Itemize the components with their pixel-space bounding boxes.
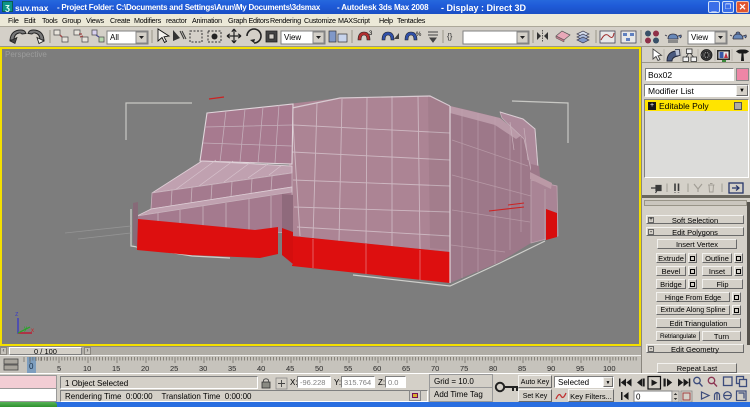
svg-text:{}: {}	[447, 32, 453, 41]
svg-text:y: y	[24, 326, 27, 332]
svg-text:View: View	[284, 33, 301, 42]
svg-text:60: 60	[373, 364, 381, 373]
svg-text:3: 3	[369, 31, 373, 37]
svg-text:x: x	[31, 328, 34, 334]
svg-text:100: 100	[603, 364, 616, 373]
svg-text:75: 75	[460, 364, 468, 373]
svg-text:40: 40	[257, 364, 265, 373]
svg-text:30: 30	[199, 364, 207, 373]
svg-text:All: All	[110, 33, 119, 42]
svg-text:15: 15	[112, 364, 120, 373]
svg-text:95: 95	[576, 364, 584, 373]
svg-text:20: 20	[141, 364, 149, 373]
svg-text:5: 5	[57, 364, 61, 373]
svg-text:85: 85	[518, 364, 526, 373]
svg-text:45: 45	[286, 364, 294, 373]
svg-text:0: 0	[636, 393, 641, 402]
svg-text:View: View	[691, 33, 708, 42]
svg-text:25: 25	[170, 364, 178, 373]
svg-text:10: 10	[83, 364, 91, 373]
svg-text:0: 0	[29, 362, 34, 371]
svg-text:65: 65	[402, 364, 410, 373]
svg-text:50: 50	[315, 364, 323, 373]
svg-text:70: 70	[431, 364, 439, 373]
svg-text:z: z	[15, 311, 19, 318]
svg-text:80: 80	[489, 364, 497, 373]
svg-text:55: 55	[344, 364, 352, 373]
svg-text:35: 35	[228, 364, 236, 373]
svg-text:90: 90	[547, 364, 555, 373]
svg-text:%: %	[416, 32, 422, 38]
